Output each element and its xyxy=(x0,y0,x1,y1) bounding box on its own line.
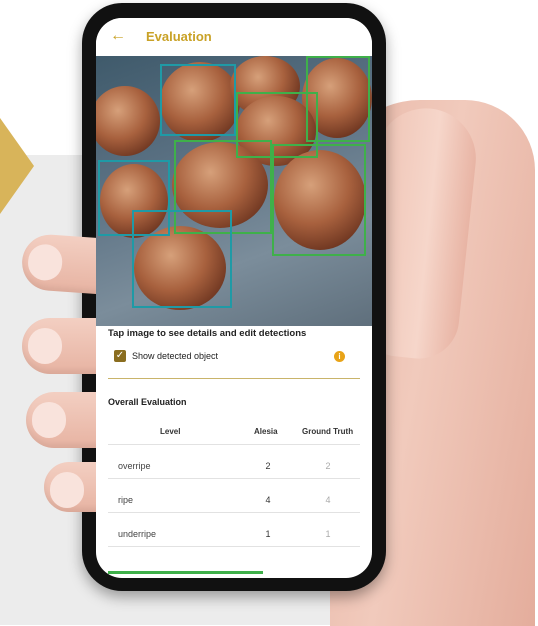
column-ground-truth: Ground Truth xyxy=(302,427,354,436)
detection-box[interactable] xyxy=(132,210,232,308)
row-alesia-ripe: 4 xyxy=(265,495,271,505)
fruit xyxy=(96,86,160,156)
row-gt-overripe: 2 xyxy=(325,461,331,471)
row-divider xyxy=(108,444,360,445)
row-level-underripe: underripe xyxy=(118,529,157,539)
arrow-left-icon[interactable]: ← xyxy=(110,27,126,45)
column-level: Level xyxy=(160,427,181,436)
row-divider xyxy=(108,512,360,513)
detection-box[interactable] xyxy=(306,56,370,142)
detection-box[interactable] xyxy=(160,64,236,136)
row-gt-ripe: 4 xyxy=(325,495,331,505)
row-level-overripe: overripe xyxy=(118,461,151,471)
overall-evaluation-title: Overall Evaluation xyxy=(108,397,187,407)
detection-box[interactable] xyxy=(272,144,366,256)
detection-image[interactable] xyxy=(96,56,372,326)
bottom-button-edge[interactable] xyxy=(108,571,263,574)
app-bar: ← Evaluation xyxy=(96,18,372,56)
row-alesia-underripe: 1 xyxy=(265,529,271,539)
row-alesia-overripe: 2 xyxy=(265,461,271,471)
divider xyxy=(108,378,360,379)
page-title: Evaluation xyxy=(146,29,212,44)
show-detected-label: Show detected object xyxy=(132,351,219,361)
column-alesia: Alesia xyxy=(254,427,278,436)
row-divider xyxy=(108,478,360,479)
decorative-triangle xyxy=(0,118,34,214)
show-detected-checkbox[interactable]: ✓ xyxy=(114,350,126,362)
row-gt-underripe: 1 xyxy=(325,529,331,539)
tap-hint: Tap image to see details and edit detect… xyxy=(108,328,307,339)
info-icon[interactable]: i xyxy=(334,351,345,362)
row-divider xyxy=(108,546,360,547)
row-level-ripe: ripe xyxy=(118,495,134,505)
phone-screen: ← Evaluation Tap image to see details an… xyxy=(96,18,372,578)
